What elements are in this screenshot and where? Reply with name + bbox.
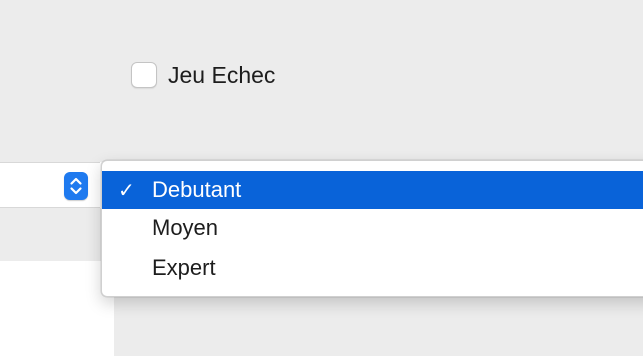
level-dropdown-menu: ✓ Debutant Moyen Expert [101, 160, 643, 297]
chess-game-checkbox-row[interactable]: Jeu Echec [131, 60, 275, 90]
window-panel [0, 0, 643, 162]
menu-item-debutant[interactable]: ✓ Debutant [102, 171, 643, 209]
menu-item-label: Debutant [152, 177, 242, 202]
chess-game-checkbox[interactable] [131, 62, 157, 88]
menu-item-label: Moyen [152, 215, 219, 240]
up-down-chevron-icon[interactable] [64, 172, 88, 200]
checkmark-icon: ✓ [118, 178, 135, 202]
menu-item-moyen[interactable]: Moyen [102, 209, 643, 247]
chess-game-checkbox-label: Jeu Echec [168, 62, 276, 88]
menu-item-expert[interactable]: Expert [102, 249, 643, 287]
menu-item-label: Expert [152, 255, 216, 280]
